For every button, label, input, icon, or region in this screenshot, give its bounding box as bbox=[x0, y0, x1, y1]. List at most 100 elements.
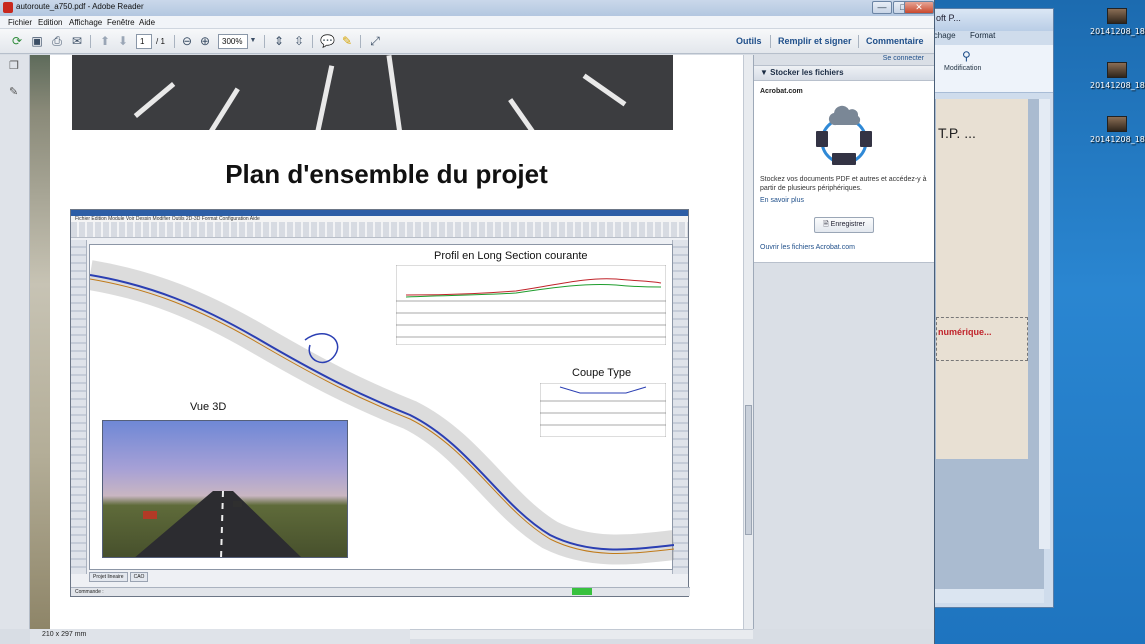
lane-marking bbox=[209, 87, 240, 130]
view3d-title: Vue 3D bbox=[190, 401, 227, 413]
document-view[interactable]: Plan d'ensemble du projet Fichier Editio… bbox=[30, 55, 743, 629]
selection-box[interactable] bbox=[936, 317, 1028, 361]
desktop-file-label: 20141208_18110... bbox=[1090, 27, 1145, 36]
save-file-icon: 🗎 bbox=[823, 221, 831, 228]
menu-bar: Fichier Edition Affichage Fenêtre Aide bbox=[0, 16, 934, 29]
sign-in-link[interactable]: Se connecter bbox=[883, 55, 924, 62]
left-navigation-panel: ❐ ✎ bbox=[0, 55, 30, 629]
image-thumbnail-icon bbox=[1107, 8, 1127, 24]
menu-help[interactable]: Aide bbox=[139, 18, 155, 27]
toolbar-separator bbox=[174, 35, 175, 48]
background-ribbon-tabs: ichage Format bbox=[926, 31, 1053, 45]
zoom-out-icon[interactable]: ⊖ bbox=[180, 34, 194, 48]
menu-edit[interactable]: Edition bbox=[38, 18, 62, 27]
section-title: Coupe Type bbox=[572, 367, 632, 379]
save-icon[interactable]: ▣ bbox=[30, 34, 44, 48]
status-bar: 210 x 297 mm bbox=[30, 629, 410, 644]
scroll-mode-icon[interactable]: ⇳ bbox=[292, 34, 306, 48]
pdf-icon bbox=[3, 2, 13, 13]
fit-page-icon[interactable]: ⇕ bbox=[272, 34, 286, 48]
background-window-title: oft P... bbox=[936, 13, 961, 23]
learn-more-link[interactable]: En savoir plus bbox=[760, 197, 804, 204]
page-heading: Plan d'ensemble du projet bbox=[225, 159, 548, 189]
pages-icon[interactable]: ❐ bbox=[9, 59, 21, 73]
window-title: autoroute_a750.pdf - Adobe Reader bbox=[16, 2, 144, 11]
background-vertical-scrollbar[interactable] bbox=[1039, 99, 1050, 549]
menu-file[interactable]: Fichier bbox=[8, 18, 32, 27]
page-number-input[interactable]: 1 bbox=[136, 34, 152, 49]
fill-sign-button[interactable]: Remplir et signer bbox=[778, 36, 852, 46]
zoom-input[interactable]: 300% bbox=[218, 34, 248, 49]
comment-button[interactable]: Commentaire bbox=[866, 36, 924, 46]
image-thumbnail-icon bbox=[1107, 116, 1127, 132]
page-total: / 1 bbox=[156, 37, 165, 46]
page-size-label: 210 x 297 mm bbox=[42, 631, 87, 638]
attachment-icon[interactable]: ✎ bbox=[9, 85, 21, 99]
background-status-bar bbox=[932, 589, 1044, 603]
open-files-link[interactable]: Ouvrir les fichiers Acrobat.com bbox=[760, 244, 855, 251]
previous-page-icon[interactable]: ⬆ bbox=[98, 34, 112, 48]
tools-pane: Se connecter ▼ Stocker les fichiers Acro… bbox=[753, 55, 934, 629]
store-files-label: Stocker les fichiers bbox=[770, 68, 844, 77]
vertical-scroll-thumb[interactable] bbox=[745, 405, 752, 535]
next-page-icon[interactable]: ⬇ bbox=[116, 34, 130, 48]
window-titlebar[interactable]: autoroute_a750.pdf - Adobe Reader — □ ✕ bbox=[0, 0, 934, 16]
comment-icon[interactable]: 💬 bbox=[320, 34, 335, 48]
cad-bottom-tabs: Projet lineaire CAO bbox=[89, 572, 150, 582]
cad-status-indicator bbox=[572, 588, 592, 595]
tab-format[interactable]: Format bbox=[970, 31, 995, 40]
background-page-red-text: numérique... bbox=[938, 327, 992, 337]
3d-road-graphic bbox=[135, 490, 301, 557]
highlight-icon[interactable]: ✎ bbox=[340, 34, 354, 48]
toolbar-separator bbox=[90, 35, 91, 48]
menu-window[interactable]: Fenêtre bbox=[107, 18, 135, 27]
zoom-in-icon[interactable]: ⊕ bbox=[198, 34, 212, 48]
desktop-file-icon[interactable]: 20141208_18110... bbox=[1090, 8, 1145, 36]
background-window-titlebar[interactable]: oft P... bbox=[926, 9, 1053, 31]
background-word-window[interactable]: oft P... ichage Format ⚲ Modification T.… bbox=[925, 8, 1054, 608]
cad-status-bar: Commande : bbox=[71, 587, 690, 596]
lane-marking bbox=[314, 65, 335, 130]
vertical-scrollbar[interactable] bbox=[743, 55, 753, 629]
toolbar-separator bbox=[312, 35, 313, 48]
desktop-file-icon[interactable]: 20141208_18112... bbox=[1090, 62, 1145, 90]
chevron-down-icon[interactable]: ▼ bbox=[248, 34, 258, 48]
background-page-text: T.P. ... bbox=[938, 125, 976, 141]
binoculars-icon[interactable]: ⚲ bbox=[962, 49, 971, 63]
cad-right-toolbar bbox=[672, 240, 688, 574]
3d-road-view bbox=[102, 420, 348, 558]
desktop-file-icon[interactable]: 20141208_18112... bbox=[1090, 116, 1145, 144]
toolbar-separator bbox=[360, 35, 361, 48]
cad-tab-projet: Projet lineaire bbox=[89, 572, 128, 582]
fullscreen-icon[interactable]: ⤢ bbox=[368, 34, 382, 48]
lane-marking bbox=[582, 73, 627, 107]
background-ribbon: ⚲ Modification bbox=[926, 45, 1053, 93]
horizontal-scrollbar[interactable] bbox=[410, 629, 753, 639]
minimize-button[interactable]: — bbox=[872, 1, 892, 14]
collapse-triangle-icon: ▼ bbox=[760, 68, 771, 77]
store-files-header[interactable]: ▼ Stocker les fichiers bbox=[754, 65, 934, 81]
save-button[interactable]: 🗎 Enregistrer bbox=[814, 217, 874, 233]
tab-display[interactable]: ichage bbox=[932, 31, 956, 40]
adobe-reader-window: autoroute_a750.pdf - Adobe Reader — □ ✕ … bbox=[0, 0, 935, 644]
toolbar-separator bbox=[264, 35, 265, 48]
print-icon[interactable]: ⎙ bbox=[50, 34, 64, 48]
tools-button[interactable]: Outils bbox=[736, 36, 762, 46]
ribbon-group-label: Modification bbox=[944, 65, 982, 72]
lane-marking bbox=[508, 98, 541, 130]
cad-tab-cao: CAO bbox=[129, 572, 149, 582]
store-files-panel: Acrobat.com Stockez vos documents PDF et… bbox=[754, 81, 934, 263]
road-photo bbox=[72, 55, 673, 130]
cad-command-label: Commande : bbox=[75, 589, 104, 595]
toolbar-separator bbox=[858, 35, 859, 48]
lane-marking bbox=[133, 82, 176, 118]
email-icon[interactable]: ✉ bbox=[70, 34, 84, 48]
create-pdf-icon[interactable]: ⟳ bbox=[10, 34, 24, 48]
service-name: Acrobat.com bbox=[760, 88, 803, 95]
profile-graph bbox=[396, 265, 666, 345]
main-toolbar: ⟳ ▣ ⎙ ✉ ⬆ ⬇ 1 / 1 ⊖ ⊕ 300% ▼ ⇕ ⇳ 💬 ✎ ⤢ O… bbox=[0, 29, 934, 54]
image-thumbnail-icon bbox=[1107, 62, 1127, 78]
menu-view[interactable]: Affichage bbox=[69, 18, 102, 27]
close-button[interactable]: ✕ bbox=[904, 1, 934, 14]
desktop-file-label: 20141208_18112... bbox=[1090, 135, 1145, 144]
